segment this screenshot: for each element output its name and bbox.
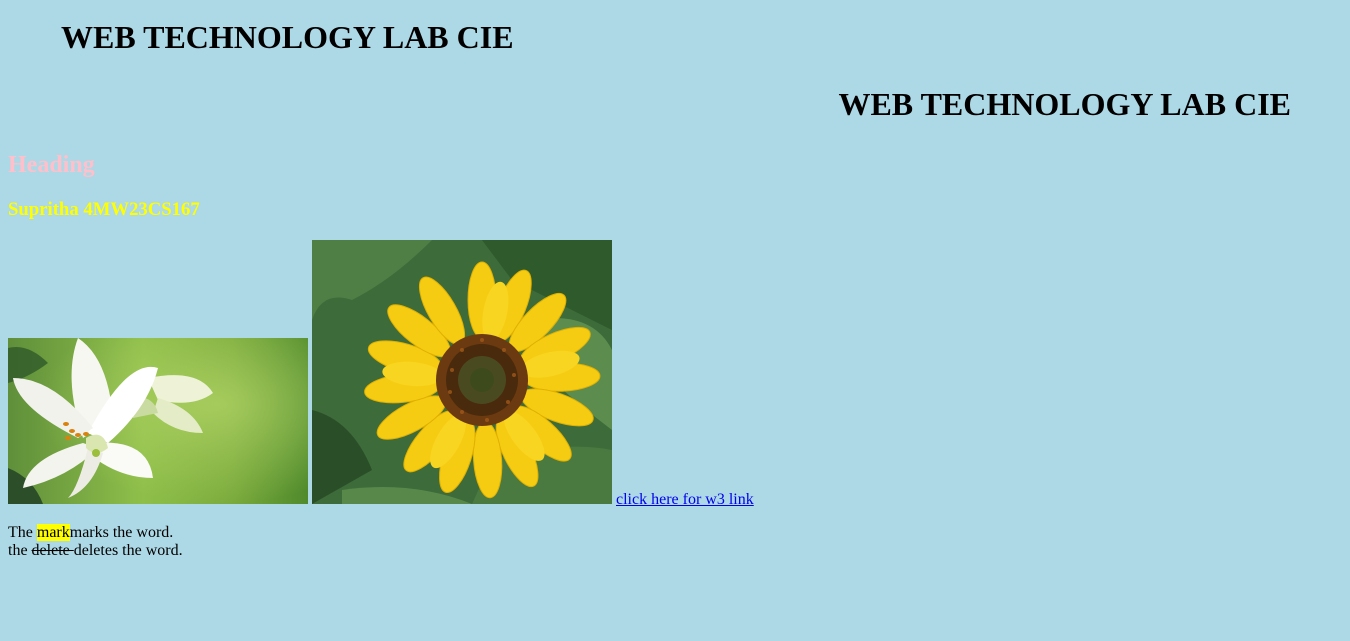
heading-text: Heading: [8, 152, 95, 178]
deleted-text: delete: [31, 542, 74, 559]
page-title-left: WEB TECHNOLOGY LAB CIE: [61, 19, 514, 55]
delete-suffix: deletes the word.: [73, 542, 183, 559]
mark-sentence: The markmarks the word.: [8, 523, 173, 542]
mark-prefix: The: [8, 524, 37, 541]
sunflower-image: [312, 240, 612, 504]
lily-image: [8, 338, 308, 504]
w3-link[interactable]: click here for w3 link: [616, 490, 754, 509]
mark-suffix: marks the word.: [69, 524, 174, 541]
mark-highlight: mark: [36, 524, 70, 541]
delete-prefix: the: [8, 542, 32, 559]
page-title-right: WEB TECHNOLOGY LAB CIE: [838, 86, 1291, 122]
delete-sentence: the delete deletes the word.: [8, 541, 183, 560]
student-name-heading: Supritha 4MW23CS167: [8, 199, 200, 220]
